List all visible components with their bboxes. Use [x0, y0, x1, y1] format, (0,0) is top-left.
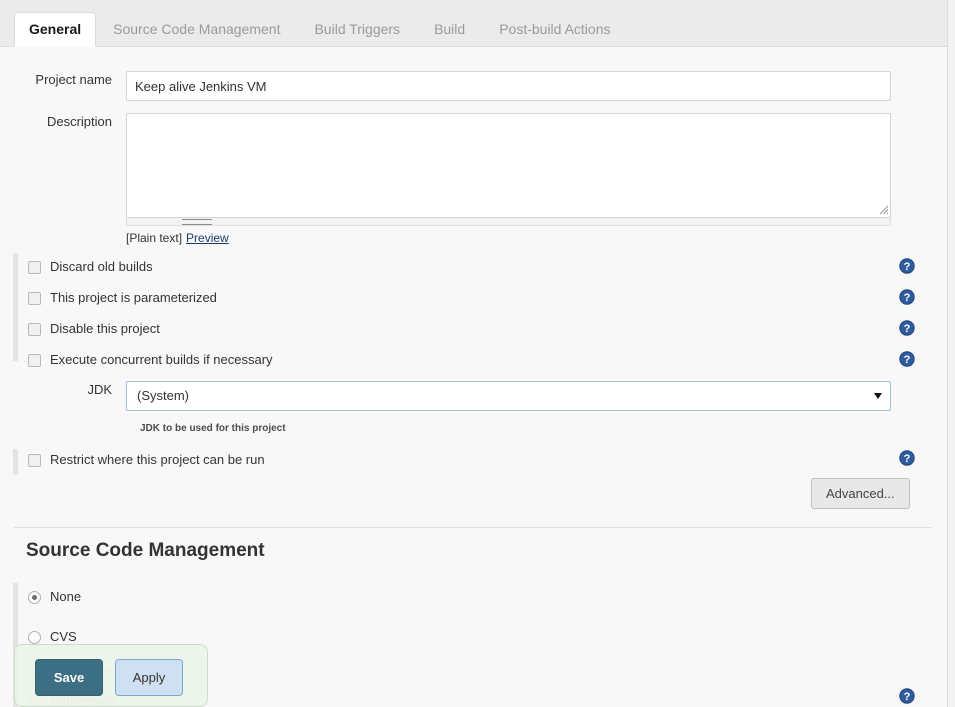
help-icon-restrict-where-project-runs[interactable]: ?: [899, 450, 915, 466]
tab-build-label: Build: [434, 21, 466, 37]
disable-this-project-label: Disable this project: [50, 321, 160, 336]
section-divider: [14, 527, 932, 528]
help-icon-discard-old-builds[interactable]: ?: [899, 258, 915, 274]
svg-text:?: ?: [904, 354, 911, 366]
jdk-hint: JDK to be used for this project: [140, 423, 286, 434]
block-group-bar-restrict: [13, 449, 18, 475]
jdk-select[interactable]: (System): [126, 381, 891, 411]
checkbox-row-this-project-is-parameterized[interactable]: This project is parameterized: [28, 289, 217, 307]
jdk-row: JDK (System): [14, 381, 891, 411]
tab-post-build-actions-label: Post-build Actions: [499, 21, 611, 37]
scm-cvs-radio[interactable]: [28, 630, 41, 644]
save-button[interactable]: Save: [35, 659, 103, 696]
checkbox-row-disable-this-project[interactable]: Disable this project: [28, 320, 160, 338]
config-tab-bar: General Source Code Management Build Tri…: [0, 0, 948, 47]
checkbox-row-execute-concurrent-builds[interactable]: Execute concurrent builds if necessary: [28, 351, 273, 369]
this-project-is-parameterized-checkbox[interactable]: [28, 291, 41, 305]
description-label: Description: [46, 114, 112, 129]
checkbox-row-discard-old-builds[interactable]: Discard old builds: [28, 258, 153, 276]
chevron-down-icon: [874, 393, 882, 399]
tab-post-build-actions[interactable]: Post-build Actions: [482, 12, 627, 46]
scm-none-radio[interactable]: [28, 590, 41, 604]
execute-concurrent-builds-label: Execute concurrent builds if necessary: [50, 352, 273, 367]
project-name-input[interactable]: [126, 71, 891, 101]
jdk-label: JDK: [87, 382, 112, 397]
floating-action-bar: Save Apply: [14, 644, 208, 707]
description-textarea[interactable]: [126, 113, 891, 218]
svg-text:?: ?: [904, 691, 911, 703]
this-project-is-parameterized-label: This project is parameterized: [50, 290, 217, 305]
tab-general[interactable]: General: [14, 12, 97, 47]
block-group-bar-checkboxes: [13, 253, 18, 361]
tab-general-label: General: [29, 21, 82, 37]
tab-build-triggers[interactable]: Build Triggers: [297, 12, 417, 46]
svg-text:?: ?: [904, 292, 911, 304]
scm-none-label: None: [50, 589, 82, 604]
svg-text:?: ?: [904, 261, 911, 273]
discard-old-builds-label: Discard old builds: [50, 259, 153, 274]
checkbox-row-restrict-where-project-runs[interactable]: Restrict where this project can be run: [28, 451, 265, 469]
jenkins-config-page: General Source Code Management Build Tri…: [0, 0, 955, 707]
jdk-selected-value: (System): [137, 388, 189, 403]
tab-build-triggers-label: Build Triggers: [314, 21, 401, 37]
description-links: [Plain text] Preview: [126, 231, 891, 245]
tab-source-code-management[interactable]: Source Code Management: [96, 12, 297, 46]
tab-source-code-management-label: Source Code Management: [113, 21, 281, 37]
svg-text:?: ?: [904, 323, 911, 335]
preview-link[interactable]: Preview: [186, 231, 229, 245]
discard-old-builds-checkbox[interactable]: [28, 260, 41, 274]
help-icon-execute-concurrent-builds[interactable]: ?: [899, 351, 915, 367]
page-right-edge: [947, 0, 955, 707]
scm-section-title: Source Code Management: [26, 540, 265, 561]
plain-text-label: [Plain text]: [126, 231, 183, 245]
help-icon-disable-this-project[interactable]: ?: [899, 320, 915, 336]
apply-button[interactable]: Apply: [115, 659, 183, 696]
execute-concurrent-builds-checkbox[interactable]: [28, 353, 41, 367]
config-form: Project name Description [Plain text]Pre…: [0, 47, 948, 707]
tab-build[interactable]: Build: [417, 12, 482, 46]
description-textarea-wrap: [126, 113, 891, 218]
help-icon-scm[interactable]: ?: [899, 688, 915, 704]
advanced-button[interactable]: Advanced...: [811, 478, 910, 509]
restrict-where-project-runs-checkbox[interactable]: [28, 453, 41, 467]
svg-text:?: ?: [904, 453, 911, 465]
project-name-row: Project name: [14, 71, 891, 101]
radio-row-none[interactable]: None: [28, 588, 81, 606]
description-row: Description [Plain text] Preview: [14, 113, 891, 245]
project-name-label: Project name: [35, 72, 112, 87]
help-icon-this-project-is-parameterized[interactable]: ?: [899, 289, 915, 305]
description-drag-handle[interactable]: [126, 218, 891, 226]
restrict-where-project-runs-label: Restrict where this project can be run: [50, 452, 265, 467]
disable-this-project-checkbox[interactable]: [28, 322, 41, 336]
